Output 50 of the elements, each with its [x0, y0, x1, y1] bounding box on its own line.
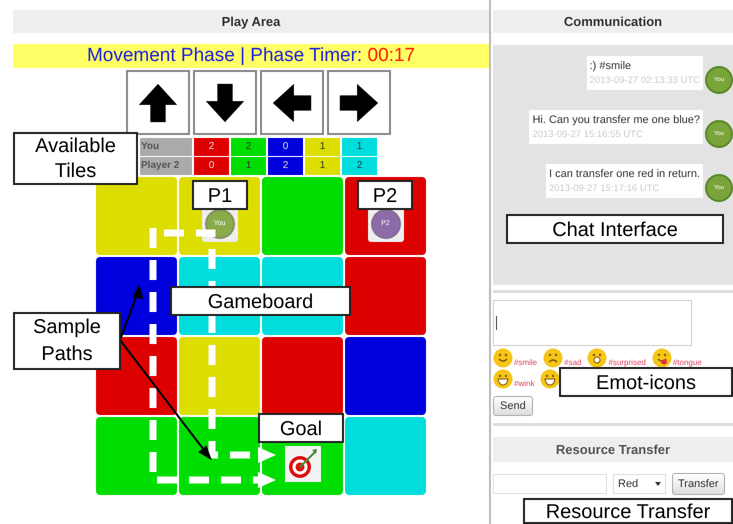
- emoticon-smile-icon[interactable]: [493, 348, 513, 368]
- tile-count-cell: 1: [305, 138, 340, 156]
- callout-label: P1: [192, 180, 248, 210]
- color-select[interactable]: Red: [613, 474, 666, 494]
- tile-count-cell: 1: [231, 157, 266, 175]
- tile-count-cell: 2: [268, 157, 303, 175]
- callout-label: Available Tiles: [13, 132, 138, 185]
- emoticon-tag[interactable]: #wink: [514, 379, 534, 389]
- callout-label: Resource Transfer: [523, 498, 733, 524]
- panel-title: Resource Transfer: [493, 437, 733, 462]
- player-name-cell: You: [140, 138, 192, 156]
- emoticon-tag[interactable]: #tongue: [672, 358, 702, 368]
- move-right-button[interactable]: [327, 70, 391, 135]
- transfer-button[interactable]: Transfer: [672, 473, 725, 495]
- callout-label: Goal: [258, 413, 344, 443]
- callout-label: P2: [357, 180, 413, 210]
- tile-count-cell: 1: [305, 157, 340, 175]
- emoticon-tag[interactable]: #smile: [514, 358, 538, 368]
- emoticon-grin-icon[interactable]: [540, 369, 560, 389]
- tile-count-cell: 2: [194, 138, 229, 156]
- amount-input[interactable]: [493, 474, 607, 494]
- emoticon-sad-icon[interactable]: [543, 348, 564, 368]
- move-up-button[interactable]: [126, 70, 190, 135]
- tile-count-cell: 2: [231, 138, 266, 156]
- player-name-cell: Player 2: [140, 157, 192, 175]
- message-input[interactable]: [493, 300, 692, 346]
- callout-label: Emot-icons: [559, 367, 733, 397]
- phase-timer: 00:17: [368, 45, 416, 66]
- emoticon-surprised-icon[interactable]: [587, 348, 608, 368]
- tile-count-cell: 0: [194, 157, 229, 175]
- emoticon-tag[interactable]: #surprised: [608, 358, 646, 368]
- tile-count-cell: 0: [268, 138, 303, 156]
- message-text: :) #smile: [590, 59, 632, 74]
- move-down-button[interactable]: [193, 70, 257, 135]
- phase-text: Movement Phase | Phase Timer:: [86, 45, 362, 66]
- callout-label: Sample Paths: [13, 312, 121, 370]
- callout-label: Chat Interface: [506, 214, 724, 244]
- target-icon: [284, 446, 320, 482]
- tile-count-cell: 1: [342, 138, 377, 156]
- send-button[interactable]: Send: [493, 396, 533, 416]
- message-text: Hi. Can you transfer me one blue?: [532, 113, 700, 128]
- caret-icon: [655, 482, 661, 486]
- callout-label: Gameboard: [170, 286, 351, 316]
- message-text: I can transfer one red in return.: [548, 167, 700, 182]
- emoticon-tag[interactable]: #sad: [564, 358, 582, 368]
- tile-count-cell: 2: [342, 157, 377, 175]
- panel-title: Communication: [493, 10, 733, 33]
- emoticon-tongue-icon[interactable]: [652, 348, 672, 368]
- panel-title: Play Area: [13, 10, 489, 33]
- move-left-button[interactable]: [260, 70, 324, 135]
